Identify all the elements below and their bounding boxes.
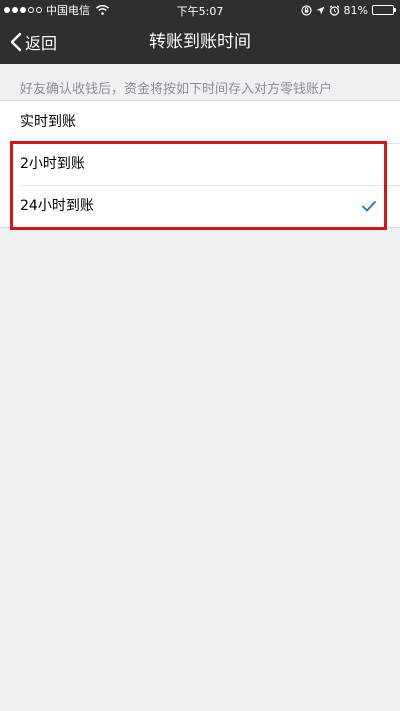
battery-icon — [372, 5, 396, 15]
option-24-hours[interactable]: 24小时到账 — [0, 185, 400, 227]
navigation-bar: 返回 转账到账时间 — [0, 20, 400, 64]
option-label: 实时到账 — [20, 114, 76, 130]
option-label: 2小时到账 — [20, 156, 85, 172]
alarm-clock-icon — [329, 4, 340, 16]
option-realtime[interactable]: 实时到账 — [0, 101, 400, 143]
location-arrow-icon — [316, 6, 325, 15]
checkmark-icon — [362, 185, 376, 227]
option-label: 24小时到账 — [20, 198, 94, 214]
status-right: 81% — [300, 3, 396, 17]
transfer-time-options: 实时到账 2小时到账 24小时到账 — [0, 100, 400, 228]
battery-percent: 81% — [343, 3, 368, 17]
page-title: 转账到账时间 — [149, 32, 251, 52]
status-bar: 中国电信 下午5:07 81% — [0, 0, 400, 20]
rotation-lock-icon — [300, 4, 312, 16]
hint-text: 好友确认收钱后，资金将按如下时间存入对方零钱账户 — [20, 82, 333, 97]
option-2-hours[interactable]: 2小时到账 — [0, 143, 400, 185]
